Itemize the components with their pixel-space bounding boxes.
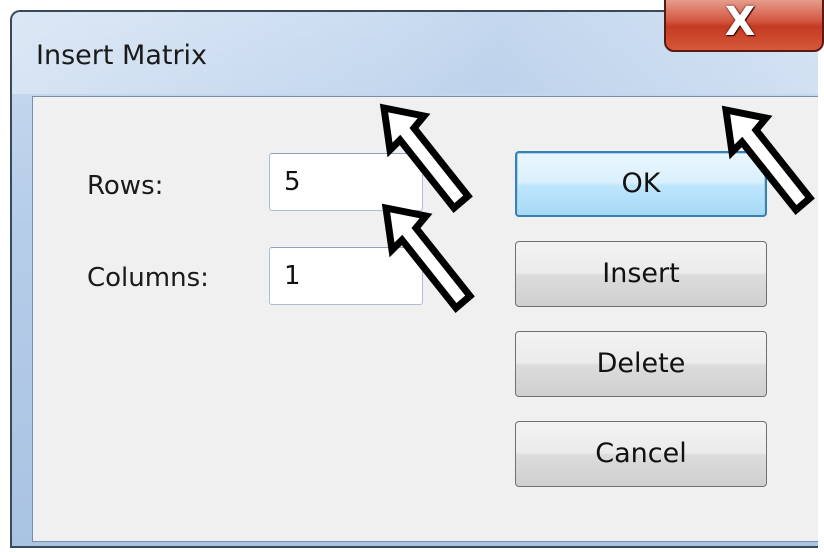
- pointer-arrow-icon: [721, 105, 815, 216]
- pointer-arrow-icon: [379, 103, 473, 214]
- close-icon: X: [724, 0, 756, 45]
- close-button[interactable]: X: [664, 0, 824, 52]
- cancel-button[interactable]: Cancel: [515, 421, 767, 487]
- delete-button[interactable]: Delete: [515, 331, 767, 397]
- columns-label: Columns:: [87, 263, 209, 293]
- pointer-arrow-icon: [381, 203, 475, 314]
- insert-button[interactable]: Insert: [515, 241, 767, 307]
- rows-label: Rows:: [87, 171, 164, 201]
- dialog-title: Insert Matrix: [36, 40, 208, 71]
